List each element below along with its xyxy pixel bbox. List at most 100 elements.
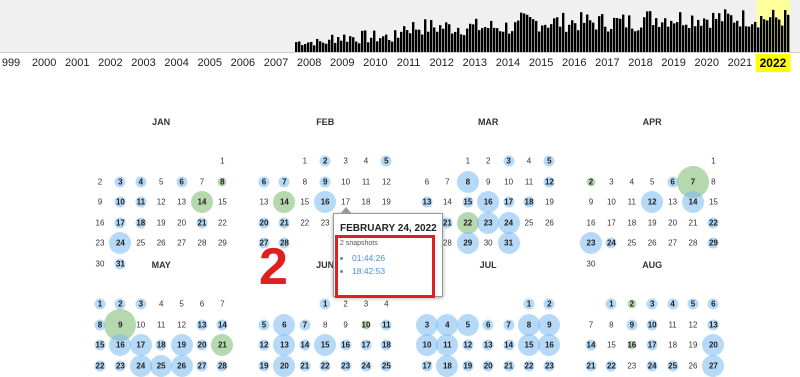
calendar-day[interactable]: 18 bbox=[443, 361, 452, 370]
year-label-2014[interactable]: 2014 bbox=[496, 57, 520, 69]
calendar-day[interactable]: 6 bbox=[282, 320, 286, 329]
calendar-day[interactable]: 2 bbox=[630, 300, 634, 309]
calendar-day[interactable]: 12 bbox=[545, 177, 554, 186]
calendar-day[interactable]: 20 bbox=[709, 341, 718, 350]
calendar-day[interactable]: 4 bbox=[139, 177, 143, 186]
calendar-day[interactable]: 10 bbox=[423, 341, 432, 350]
calendar-day[interactable]: 15 bbox=[463, 198, 472, 207]
calendar-day[interactable]: 3 bbox=[650, 300, 654, 309]
calendar-day[interactable]: 25 bbox=[382, 361, 391, 370]
calendar-day[interactable]: 2 bbox=[547, 300, 551, 309]
calendar-day[interactable]: 17 bbox=[362, 341, 371, 350]
calendar-day[interactable]: 10 bbox=[116, 198, 125, 207]
calendar-day[interactable]: 13 bbox=[280, 341, 289, 350]
calendar-day[interactable]: 1 bbox=[98, 300, 102, 309]
calendar-day[interactable]: 14 bbox=[587, 341, 596, 350]
calendar-day[interactable]: 23 bbox=[341, 361, 350, 370]
calendar-day[interactable]: 16 bbox=[484, 198, 493, 207]
calendar-day[interactable]: 15 bbox=[96, 341, 105, 350]
calendar-day[interactable]: 5 bbox=[691, 300, 695, 309]
calendar-day[interactable]: 13 bbox=[198, 320, 207, 329]
calendar-day[interactable]: 1 bbox=[323, 300, 327, 309]
calendar-day[interactable]: 9 bbox=[630, 320, 634, 329]
calendar-day[interactable]: 9 bbox=[118, 320, 122, 329]
calendar-day[interactable]: 17 bbox=[136, 341, 145, 350]
calendar-day[interactable]: 8 bbox=[466, 177, 470, 186]
calendar-day[interactable]: 31 bbox=[116, 259, 125, 268]
calendar-day[interactable]: 22 bbox=[709, 218, 718, 227]
calendar-day[interactable]: 14 bbox=[198, 198, 207, 207]
calendar-day[interactable]: 14 bbox=[689, 198, 698, 207]
calendar-day[interactable]: 23 bbox=[116, 361, 125, 370]
calendar-day[interactable]: 22 bbox=[525, 361, 534, 370]
calendar-day[interactable]: 21 bbox=[218, 341, 227, 350]
year-label-2018[interactable]: 2018 bbox=[628, 57, 652, 69]
calendar-day[interactable]: 13 bbox=[484, 341, 493, 350]
capture-histogram[interactable] bbox=[0, 0, 800, 53]
calendar-day[interactable]: 29 bbox=[463, 239, 472, 248]
calendar-day[interactable]: 20 bbox=[198, 341, 207, 350]
calendar-day[interactable]: 21 bbox=[198, 218, 207, 227]
year-label-2003[interactable]: 2003 bbox=[131, 57, 155, 69]
calendar-day[interactable]: 21 bbox=[280, 218, 289, 227]
calendar-day[interactable]: 21 bbox=[443, 218, 452, 227]
calendar-day[interactable]: 6 bbox=[179, 177, 183, 186]
year-label-2000[interactable]: 2000 bbox=[32, 57, 56, 69]
calendar-day[interactable]: 21 bbox=[504, 361, 513, 370]
calendar-day[interactable]: 16 bbox=[341, 341, 350, 350]
year-label-2016[interactable]: 2016 bbox=[562, 57, 586, 69]
calendar-day[interactable]: 6 bbox=[711, 300, 715, 309]
year-label-2005[interactable]: 2005 bbox=[198, 57, 222, 69]
calendar-day[interactable]: 12 bbox=[463, 341, 472, 350]
year-label-2006[interactable]: 2006 bbox=[231, 57, 255, 69]
year-label-2017[interactable]: 2017 bbox=[595, 57, 619, 69]
calendar-day[interactable]: 21 bbox=[587, 361, 596, 370]
calendar-day[interactable]: 12 bbox=[648, 198, 657, 207]
calendar-day[interactable]: 8 bbox=[527, 320, 531, 329]
calendar-day[interactable]: 15 bbox=[321, 341, 330, 350]
calendar-day[interactable]: 22 bbox=[96, 361, 105, 370]
calendar-day[interactable]: 7 bbox=[506, 320, 510, 329]
calendar-day[interactable]: 22 bbox=[463, 218, 472, 227]
calendar-day[interactable]: 29 bbox=[709, 239, 718, 248]
calendar-day[interactable]: 3 bbox=[118, 177, 122, 186]
calendar-day[interactable]: 22 bbox=[321, 361, 330, 370]
year-label-2004[interactable]: 2004 bbox=[164, 57, 188, 69]
calendar-day[interactable]: 27 bbox=[198, 361, 207, 370]
calendar-day[interactable]: 28 bbox=[218, 361, 227, 370]
calendar-day[interactable]: 16 bbox=[116, 341, 125, 350]
calendar-day[interactable]: 7 bbox=[282, 177, 286, 186]
calendar-day[interactable]: 14 bbox=[218, 320, 227, 329]
calendar-day[interactable]: 1 bbox=[527, 300, 531, 309]
calendar-day[interactable]: 14 bbox=[504, 341, 513, 350]
calendar-day[interactable]: 8 bbox=[220, 177, 224, 186]
year-label-2015[interactable]: 2015 bbox=[529, 57, 553, 69]
year-label-2009[interactable]: 2009 bbox=[330, 57, 354, 69]
calendar-day[interactable]: 3 bbox=[506, 157, 510, 166]
calendar-day[interactable]: 18 bbox=[382, 341, 391, 350]
calendar-day[interactable]: 14 bbox=[280, 198, 289, 207]
calendar-day[interactable]: 24 bbox=[116, 239, 125, 248]
calendar-day[interactable]: 17 bbox=[423, 361, 432, 370]
calendar-day[interactable]: 24 bbox=[504, 218, 513, 227]
calendar-day[interactable]: 18 bbox=[157, 341, 166, 350]
calendar-day[interactable]: 10 bbox=[362, 320, 371, 329]
calendar-day[interactable]: 25 bbox=[668, 361, 677, 370]
calendar-day[interactable]: 22 bbox=[607, 361, 616, 370]
calendar-day[interactable]: 12 bbox=[260, 341, 269, 350]
calendar-day[interactable]: 11 bbox=[382, 320, 390, 329]
calendar-day[interactable]: 6 bbox=[486, 320, 490, 329]
year-label-2008[interactable]: 2008 bbox=[297, 57, 321, 69]
year-label-2022[interactable]: 2022 bbox=[755, 54, 791, 72]
calendar-day[interactable]: 8 bbox=[98, 320, 102, 329]
calendar-day[interactable]: 9 bbox=[547, 320, 551, 329]
calendar-day[interactable]: 18 bbox=[525, 198, 534, 207]
calendar-day[interactable]: 24 bbox=[607, 239, 616, 248]
calendar-day[interactable]: 15 bbox=[525, 341, 534, 350]
calendar-day[interactable]: 16 bbox=[627, 341, 636, 350]
calendar-day[interactable]: 2 bbox=[323, 157, 327, 166]
year-label-2010[interactable]: 2010 bbox=[363, 57, 387, 69]
year-label-2021[interactable]: 2021 bbox=[728, 57, 752, 69]
calendar-day[interactable]: 16 bbox=[545, 341, 554, 350]
year-label-2013[interactable]: 2013 bbox=[463, 57, 487, 69]
